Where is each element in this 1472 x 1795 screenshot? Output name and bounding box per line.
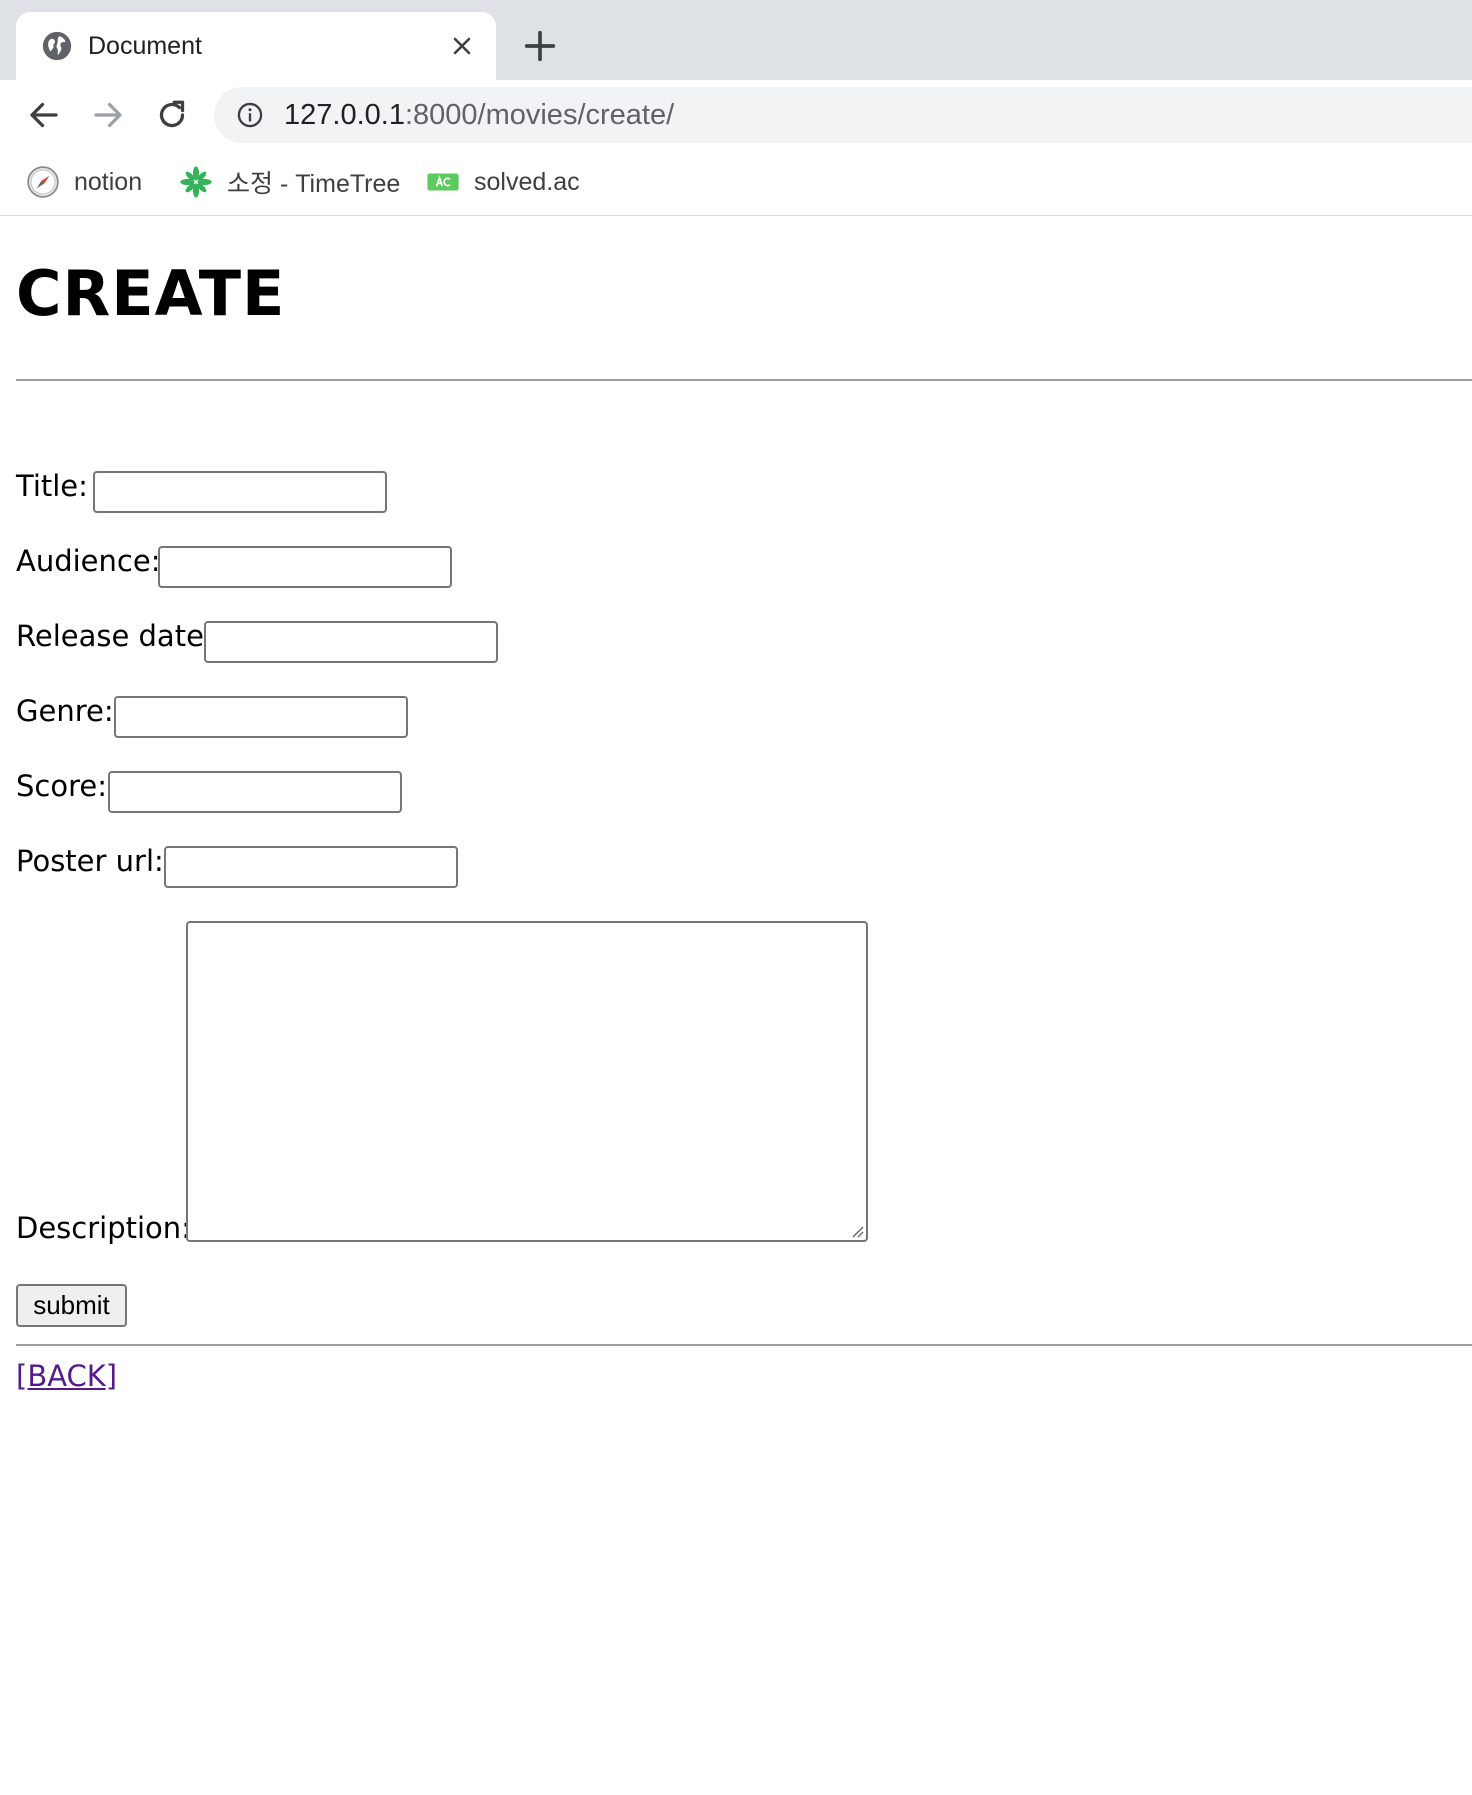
poster-url-input[interactable] (164, 846, 458, 888)
globe-icon (42, 31, 72, 61)
divider-bottom (16, 1344, 1472, 1346)
title-label: Title: (16, 469, 88, 503)
back-link[interactable]: [BACK] (16, 1358, 117, 1394)
genre-label: Genre: (16, 694, 114, 728)
score-label: Score: (16, 769, 107, 803)
timetree-icon (180, 166, 212, 198)
arrow-left-icon[interactable] (26, 97, 62, 133)
url-text: 127.0.0.1:8000/movies/create/ (284, 99, 674, 131)
bookmark-timetree[interactable]: 소정 - TimeTree (179, 164, 400, 200)
page-title: CREATE (16, 257, 286, 330)
audience-input[interactable] (158, 546, 452, 588)
submit-button[interactable]: submit (16, 1284, 127, 1327)
plus-icon[interactable] (520, 26, 560, 66)
release-date-label: Release date: (16, 619, 214, 653)
poster-url-label: Poster url: (16, 844, 164, 878)
url-path: :8000/movies/create/ (404, 99, 675, 131)
reload-icon[interactable] (154, 97, 190, 133)
title-input[interactable] (93, 471, 387, 513)
close-icon[interactable] (448, 32, 476, 60)
resize-handle-icon[interactable] (850, 1224, 864, 1238)
address-bar[interactable]: 127.0.0.1:8000/movies/create/ (214, 87, 1472, 143)
page-content: CREATE Title: Audience: Release date: Ge… (0, 216, 1472, 1795)
tab-title: Document (88, 32, 202, 60)
arrow-right-icon[interactable] (90, 97, 126, 133)
info-icon[interactable] (236, 101, 264, 129)
url-host: 127.0.0.1 (284, 99, 405, 131)
bookmark-label: 소정 - TimeTree (227, 170, 401, 198)
solvedac-icon (427, 173, 459, 191)
bookmark-label: solved.ac (474, 167, 580, 196)
bookmark-label: notion (74, 167, 143, 196)
bookmark-notion[interactable]: notion (26, 164, 142, 200)
tab-strip: Document (0, 0, 1472, 80)
divider-top (16, 379, 1472, 381)
bookmarks-bar: notion 소정 - TimeTree solved.ac (0, 150, 1472, 216)
compass-icon (27, 166, 59, 198)
genre-input[interactable] (114, 696, 408, 738)
audience-label: Audience: (16, 544, 161, 578)
release-date-input[interactable] (204, 621, 498, 663)
bookmark-solvedac[interactable]: solved.ac (426, 164, 580, 200)
browser-tab[interactable]: Document (16, 12, 496, 80)
score-input[interactable] (108, 771, 402, 813)
description-label: Description: (16, 1211, 191, 1245)
description-textarea[interactable] (186, 921, 868, 1242)
browser-toolbar: 127.0.0.1:8000/movies/create/ (0, 80, 1472, 150)
